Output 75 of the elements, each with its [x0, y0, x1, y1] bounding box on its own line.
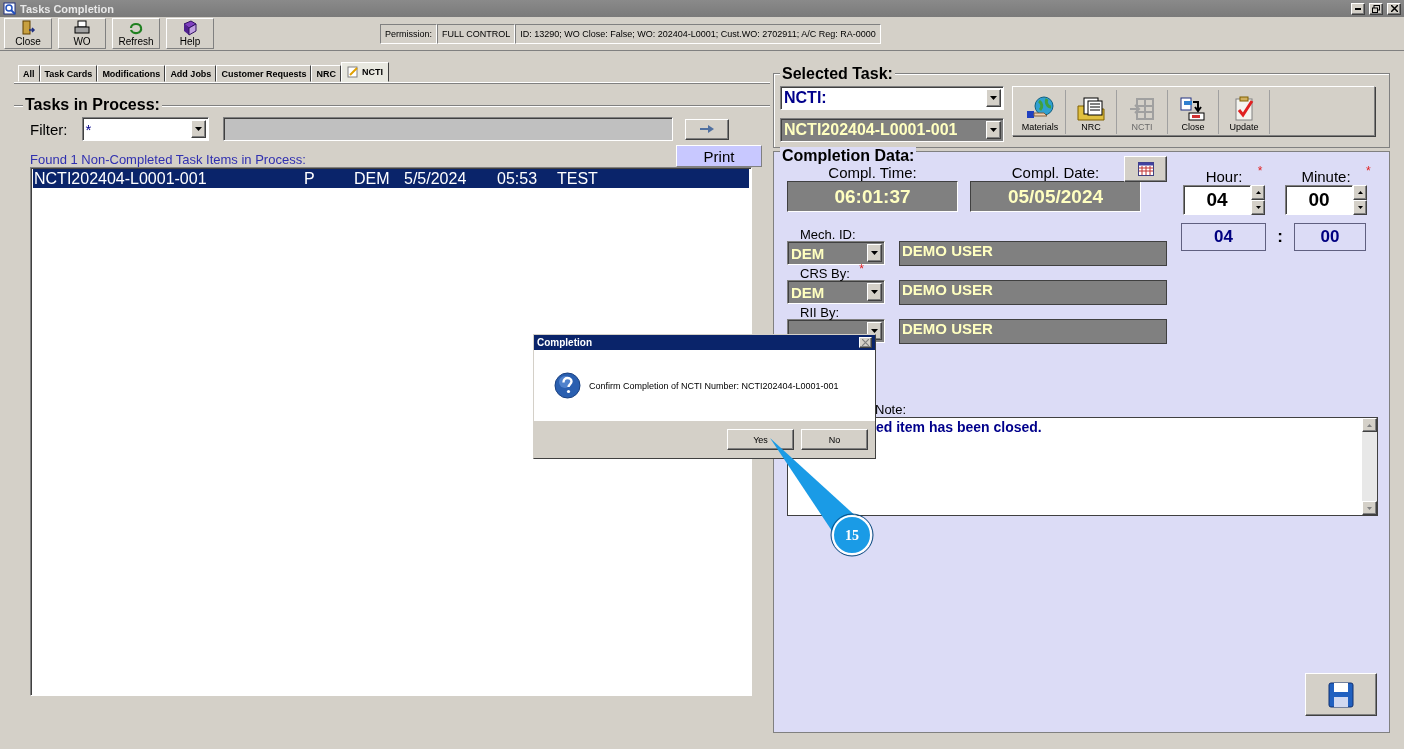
grid-arrow-icon: [1127, 96, 1157, 122]
scrollbar[interactable]: [1362, 418, 1377, 515]
field-label: RII By:: [800, 305, 839, 320]
calendar-icon: [1137, 162, 1154, 176]
dialog-message: Confirm Completion of NCTI Number: NCTI202404-L0001-001: [589, 380, 839, 391]
cancel-button[interactable]: No: [801, 429, 868, 450]
tab[interactable]: Modifications: [97, 65, 166, 82]
documents-folder-icon: [1076, 96, 1106, 122]
time-separator: :: [1276, 227, 1284, 247]
go-button[interactable]: [684, 118, 729, 140]
documents-arrow-icon: [1178, 96, 1208, 122]
close-icon[interactable]: [859, 337, 872, 348]
group-title: Completion Data:: [780, 147, 917, 165]
save-button[interactable]: [1305, 673, 1377, 716]
person-name-field: DEMO USER: [899, 319, 1167, 344]
permission-value: FULL CONTROL: [437, 23, 516, 44]
tab[interactable]: Task Cards: [39, 65, 98, 82]
calendar-button[interactable]: [1124, 156, 1167, 182]
person-name-field: DEMO USER: [899, 280, 1167, 305]
field-label: Compl. Date:: [1011, 164, 1100, 181]
filter-label: Filter:: [30, 120, 68, 138]
toolbar-button[interactable]: Refresh: [112, 18, 160, 49]
question-icon: [554, 372, 581, 399]
person-dropdown[interactable]: DEM: [787, 280, 885, 304]
filter-dropdown[interactable]: *: [81, 117, 209, 141]
task-number-dropdown[interactable]: NCTI202404-L0001-001: [780, 118, 1004, 142]
tab[interactable]: Add Jobs: [165, 65, 217, 82]
exit-door-icon: [20, 20, 36, 36]
toolbar-button[interactable]: WO: [58, 18, 106, 49]
tab[interactable]: NRC: [311, 65, 341, 82]
task-type-dropdown[interactable]: NCTI:: [780, 86, 1004, 110]
action-button[interactable]: Close: [1168, 90, 1219, 134]
completion-time-field: 06:01:37: [787, 181, 958, 212]
refresh-icon: [128, 20, 144, 36]
scroll-up-icon[interactable]: [1362, 418, 1377, 432]
scroll-down-icon[interactable]: [1362, 501, 1377, 515]
person-name-field: DEMO USER: [899, 241, 1167, 266]
step-number: 15: [845, 528, 859, 543]
work-order-info: ID: 13290; WO Close: False; WO: 202404-L0001; Cust.WO: 2702911; A/C Reg: RA-0000: [515, 23, 881, 44]
window-title: Tasks Completion: [20, 2, 114, 15]
toolbar-button[interactable]: Close: [4, 18, 52, 49]
field-label: Compl. Time:: [828, 164, 917, 181]
minimize-icon[interactable]: [1351, 2, 1365, 15]
confirm-button[interactable]: Yes: [727, 429, 794, 450]
arrow-right-icon: [699, 125, 714, 133]
close-icon[interactable]: [1387, 2, 1401, 15]
field-label: Minute:: [1301, 168, 1351, 185]
hour-display: 04: [1181, 223, 1266, 251]
action-button[interactable]: Update: [1219, 90, 1270, 134]
result-count-text: Found 1 Non-Completed Task Items in Process:: [30, 152, 306, 167]
required-mark: *: [1257, 164, 1263, 178]
tab[interactable]: Customer Requests: [216, 65, 312, 82]
restore-icon[interactable]: [1369, 2, 1383, 15]
task-row[interactable]: NCTI202404-L0001-001 P DEM 5/5/2024 05:53 TEST: [33, 169, 749, 188]
person-dropdown[interactable]: DEM: [787, 241, 885, 265]
search-field[interactable]: [222, 117, 673, 141]
app-icon: [3, 2, 16, 15]
print-button[interactable]: Print: [676, 145, 762, 167]
toolbar-button[interactable]: Help: [166, 18, 214, 49]
action-button[interactable]: Materials: [1015, 90, 1066, 134]
dialog-title: Completion: [537, 337, 592, 348]
minute-display: 00: [1294, 223, 1366, 251]
required-mark: *: [859, 262, 864, 276]
field-label: Hour:: [1205, 168, 1243, 185]
field-label: Mech. ID:: [800, 227, 856, 242]
permission-label: Permission:: [380, 23, 437, 44]
required-mark: *: [1365, 164, 1371, 178]
action-button[interactable]: NRC: [1066, 90, 1117, 134]
completion-date-field: 05/05/2024: [970, 181, 1141, 212]
notepad-icon: [346, 66, 359, 78]
field-label: Note:: [875, 402, 907, 417]
tab[interactable]: All: [18, 65, 40, 82]
printer-icon: [74, 20, 90, 36]
field-label: CRS By:: [800, 266, 850, 281]
tab[interactable]: NCTI: [340, 62, 389, 82]
